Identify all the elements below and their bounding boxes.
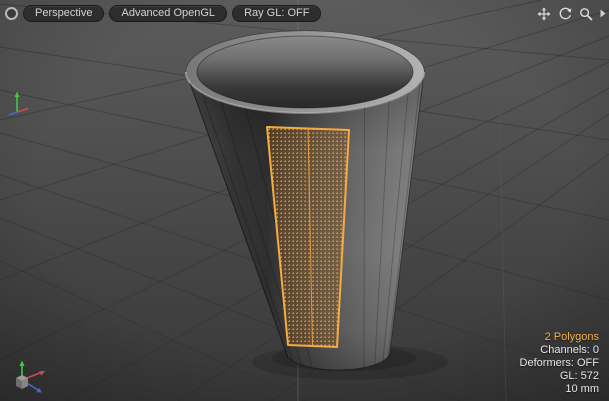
status-deformers: Deformers: OFF: [520, 357, 599, 370]
status-channels: Channels: 0: [520, 344, 599, 357]
perspective-button[interactable]: Perspective: [23, 5, 104, 22]
viewport-menu-button[interactable]: [5, 7, 18, 20]
workplane-axis-indicator: [4, 88, 30, 116]
pan-icon[interactable]: [537, 7, 551, 21]
status-gl: GL: 572: [520, 370, 599, 383]
viewport-toolbar: Perspective Advanced OpenGL Ray GL: OFF: [5, 5, 321, 22]
status-polygons: 2 Polygons: [520, 331, 599, 344]
status-grid-size: 10 mm: [520, 383, 599, 396]
shading-mode-button[interactable]: Advanced OpenGL: [109, 5, 227, 22]
zoom-icon[interactable]: [579, 7, 593, 21]
view-navigation-tools: [537, 7, 593, 21]
viewport-canvas[interactable]: [0, 0, 609, 401]
menu-arrow-icon[interactable]: [600, 9, 606, 18]
orbit-icon[interactable]: [558, 7, 572, 21]
vignette-overlay: [0, 0, 609, 401]
axis-widget: [5, 356, 51, 398]
3d-viewport[interactable]: Perspective Advanced OpenGL Ray GL: OFF: [0, 0, 609, 401]
viewport-status-readout: 2 Polygons Channels: 0 Deformers: OFF GL…: [520, 331, 599, 396]
ray-gl-button[interactable]: Ray GL: OFF: [232, 5, 321, 22]
